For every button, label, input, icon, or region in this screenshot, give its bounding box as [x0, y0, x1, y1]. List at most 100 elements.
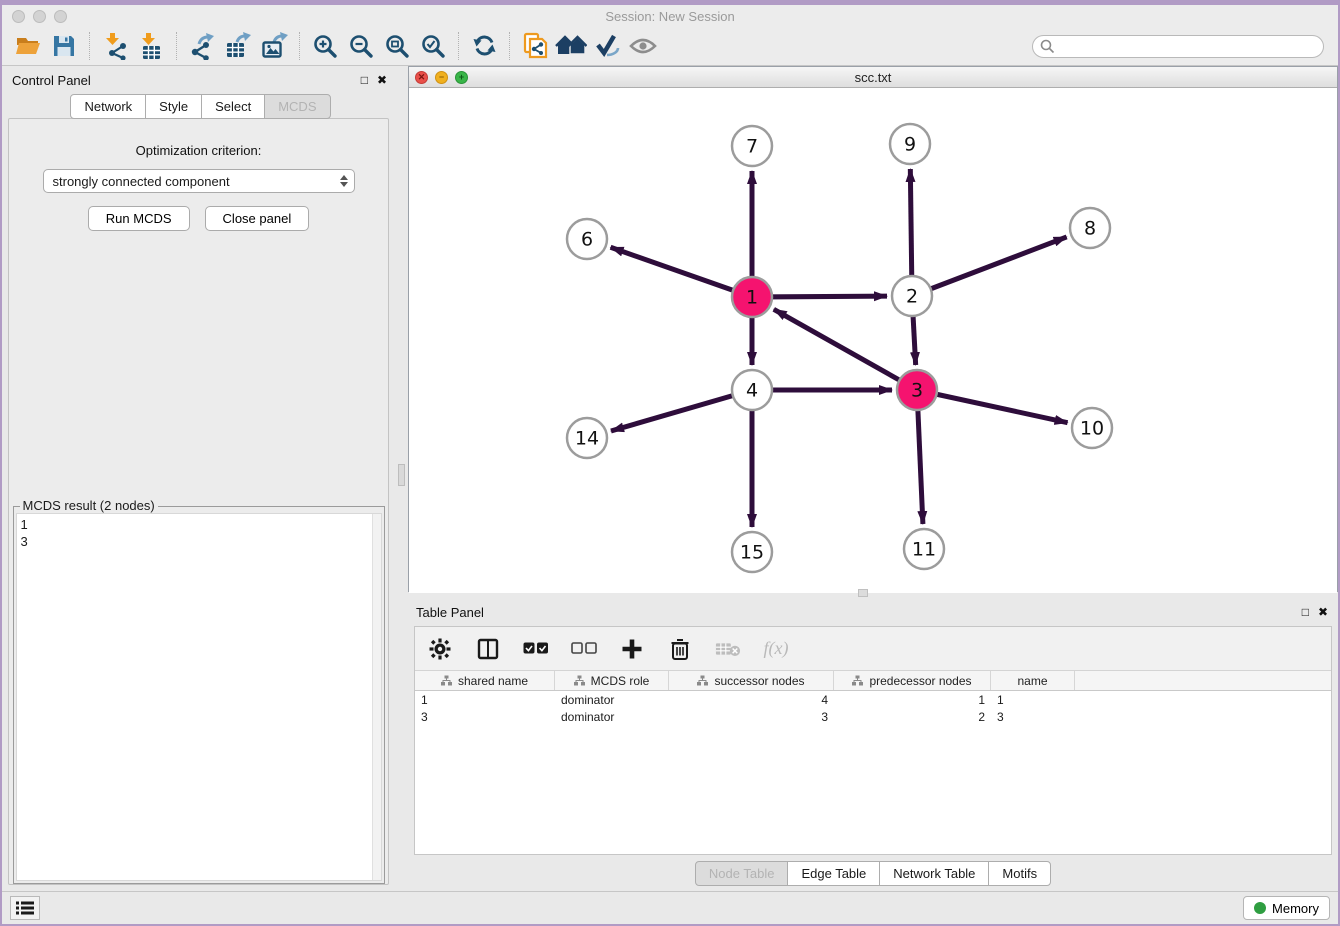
memory-button[interactable]: Memory: [1243, 896, 1330, 920]
delete-table-button[interactable]: [715, 636, 741, 662]
import-table-icon: [137, 32, 165, 60]
zoom-in-icon: [312, 33, 339, 60]
graph-edge-4-14[interactable]: [611, 390, 752, 431]
graph-node-14[interactable]: 14: [567, 418, 607, 458]
graph-edge-1-6[interactable]: [611, 247, 752, 297]
show-hide-button[interactable]: [625, 30, 661, 62]
tab-network[interactable]: Network: [70, 94, 146, 119]
export-image-button[interactable]: [256, 30, 292, 62]
refresh-icon: [471, 33, 498, 60]
search-input[interactable]: [1032, 35, 1324, 58]
graph-node-8[interactable]: 8: [1070, 208, 1110, 248]
column-header-label: predecessor nodes: [869, 674, 971, 688]
cell-mcds-role[interactable]: dominator: [555, 693, 669, 707]
import-table-button[interactable]: [133, 30, 169, 62]
graph-node-10[interactable]: 10: [1072, 408, 1112, 448]
close-table-panel-icon[interactable]: ✖: [1318, 606, 1328, 618]
column-header-predecessor-nodes[interactable]: predecessor nodes: [834, 671, 991, 690]
refresh-button[interactable]: [466, 30, 502, 62]
vertical-splitter-handle[interactable]: [398, 464, 405, 486]
tree-icon: [574, 675, 585, 686]
function-builder-button[interactable]: f(x): [763, 636, 789, 662]
cell-successor-nodes[interactable]: 3: [669, 710, 834, 724]
graph-node-7[interactable]: 7: [732, 126, 772, 166]
open-session-button[interactable]: [10, 30, 46, 62]
duplicate-network-button[interactable]: [517, 30, 553, 62]
graph-node-label: 1: [746, 287, 758, 309]
column-layout-button[interactable]: [475, 636, 501, 662]
tab-select[interactable]: Select: [201, 94, 265, 119]
network-graph: 7 9 6 8 1 2 4 3 14 10 15 11: [409, 88, 1340, 590]
import-network-button[interactable]: [97, 30, 133, 62]
graph-node-2[interactable]: 2: [892, 276, 932, 316]
tab-network-table[interactable]: Network Table: [879, 861, 989, 886]
mcds-result-line: 3: [21, 533, 368, 550]
column-header-label: name: [1017, 674, 1047, 688]
zoom-in-button[interactable]: [307, 30, 343, 62]
tab-mcds[interactable]: MCDS: [264, 94, 330, 119]
checked-boxes-icon: [523, 642, 549, 655]
table-row[interactable]: 1dominator411: [415, 691, 1331, 708]
float-panel-icon[interactable]: □: [361, 74, 368, 86]
tab-style[interactable]: Style: [145, 94, 202, 119]
cell-name[interactable]: 1: [991, 693, 1075, 707]
tab-node-table[interactable]: Node Table: [695, 861, 789, 886]
cell-predecessor-nodes[interactable]: 1: [834, 693, 991, 707]
close-panel-icon[interactable]: ✖: [377, 74, 387, 86]
column-header-successor-nodes[interactable]: successor nodes: [669, 671, 834, 690]
zoom-out-button[interactable]: [343, 30, 379, 62]
open-folder-icon: [14, 33, 42, 59]
graph-node-15[interactable]: 15: [732, 532, 772, 572]
vertical-splitter[interactable]: [395, 66, 408, 891]
table-settings-button[interactable]: [427, 636, 453, 662]
horizontal-splitter[interactable]: [408, 592, 1338, 596]
cell-predecessor-nodes[interactable]: 2: [834, 710, 991, 724]
graphics-details-button[interactable]: [589, 30, 625, 62]
cell-mcds-role[interactable]: dominator: [555, 710, 669, 724]
first-neighbors-button[interactable]: [553, 30, 589, 62]
add-column-button[interactable]: [619, 636, 645, 662]
save-session-button[interactable]: [46, 30, 82, 62]
export-network-button[interactable]: [184, 30, 220, 62]
cell-shared-name[interactable]: 3: [415, 710, 555, 724]
select-all-columns-button[interactable]: [523, 636, 549, 662]
criterion-dropdown[interactable]: strongly connected component: [43, 169, 355, 193]
graph-edge-3-1[interactable]: [774, 309, 917, 390]
cell-successor-nodes[interactable]: 4: [669, 693, 834, 707]
search-container: [1032, 35, 1324, 58]
delete-column-button[interactable]: [667, 636, 693, 662]
export-table-button[interactable]: [220, 30, 256, 62]
tab-edge-table[interactable]: Edge Table: [787, 861, 880, 886]
deselect-all-columns-button[interactable]: [571, 636, 597, 662]
graph-node-3[interactable]: 3: [897, 370, 937, 410]
column-header-name[interactable]: name: [991, 671, 1075, 690]
graph-node-label: 7: [746, 136, 758, 158]
table-row[interactable]: 3dominator323: [415, 708, 1331, 725]
task-history-button[interactable]: [10, 896, 40, 920]
run-mcds-button[interactable]: Run MCDS: [88, 206, 190, 231]
zoom-selected-button[interactable]: [415, 30, 451, 62]
zoom-fit-button[interactable]: [379, 30, 415, 62]
column-header-shared-name[interactable]: shared name: [415, 671, 555, 690]
dropdown-arrows-icon: [340, 175, 348, 187]
graph-node-11[interactable]: 11: [904, 529, 944, 569]
column-header-mcds-role[interactable]: MCDS role: [555, 671, 669, 690]
horizontal-splitter-handle[interactable]: [858, 589, 868, 597]
result-scrollbar[interactable]: [372, 514, 381, 880]
float-table-panel-icon[interactable]: □: [1302, 606, 1309, 618]
close-panel-button[interactable]: Close panel: [205, 206, 310, 231]
control-panel-title: Control Panel: [12, 73, 91, 88]
graph-node-1[interactable]: 1: [732, 277, 772, 317]
cell-shared-name[interactable]: 1: [415, 693, 555, 707]
graph-edge-3-10[interactable]: [917, 390, 1068, 423]
table-body: 1dominator4113dominator323: [415, 691, 1331, 725]
graph-edge-2-8[interactable]: [912, 237, 1067, 296]
tab-motifs[interactable]: Motifs: [988, 861, 1051, 886]
graph-node-6[interactable]: 6: [567, 219, 607, 259]
graph-node-4[interactable]: 4: [732, 370, 772, 410]
graph-node-9[interactable]: 9: [890, 124, 930, 164]
delete-table-icon: [715, 640, 741, 658]
network-canvas[interactable]: 7 9 6 8 1 2 4 3 14 10 15 11: [409, 88, 1337, 593]
cell-name[interactable]: 3: [991, 710, 1075, 724]
export-network-icon: [188, 32, 216, 60]
